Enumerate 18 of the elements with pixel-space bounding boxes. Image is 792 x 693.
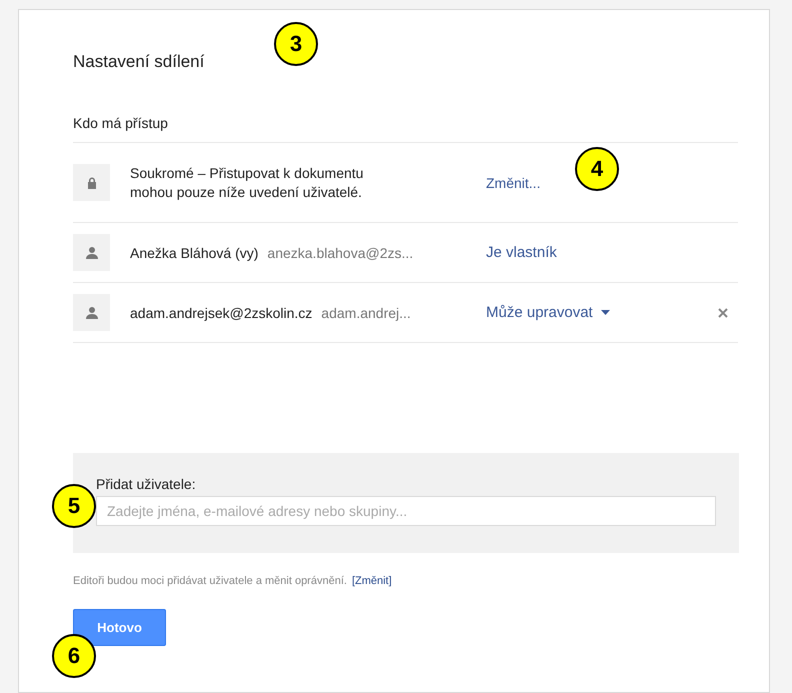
- caret-icon: [600, 310, 610, 315]
- user-email: anezka.blahova@2zs...: [267, 244, 414, 260]
- dialog-title: Nastavení sdílení: [73, 52, 206, 72]
- note-text: Editoři budou moci přidávat uživatele a měnit oprávnění.: [73, 575, 347, 587]
- close-icon[interactable]: [718, 308, 728, 318]
- person-icon: [84, 246, 98, 260]
- section-title: Kdo má přístup: [73, 115, 738, 143]
- role-text: Je vlastník: [486, 244, 557, 261]
- user-name: adam.andrejsek@2zskolin.cz: [130, 304, 312, 320]
- change-link[interactable]: Změnit...: [486, 174, 540, 190]
- add-users-label: Přidat uživatele:: [96, 476, 197, 492]
- visibility-text: Soukromé – Přistupovat k dokumentu mohou pouze níže uvedení uživatelé.: [130, 164, 364, 202]
- change-link[interactable]: [Změnit]: [352, 575, 392, 587]
- permission-dropdown[interactable]: Může upravovat: [486, 304, 610, 321]
- user-email: adam.andrej...: [321, 304, 411, 320]
- user-name: Anežka Bláhová (vy): [130, 244, 258, 260]
- person-icon: [84, 306, 98, 320]
- add-users-field[interactable]: Zadejte jména, e-mailové adresy nebo skupiny...: [96, 496, 716, 526]
